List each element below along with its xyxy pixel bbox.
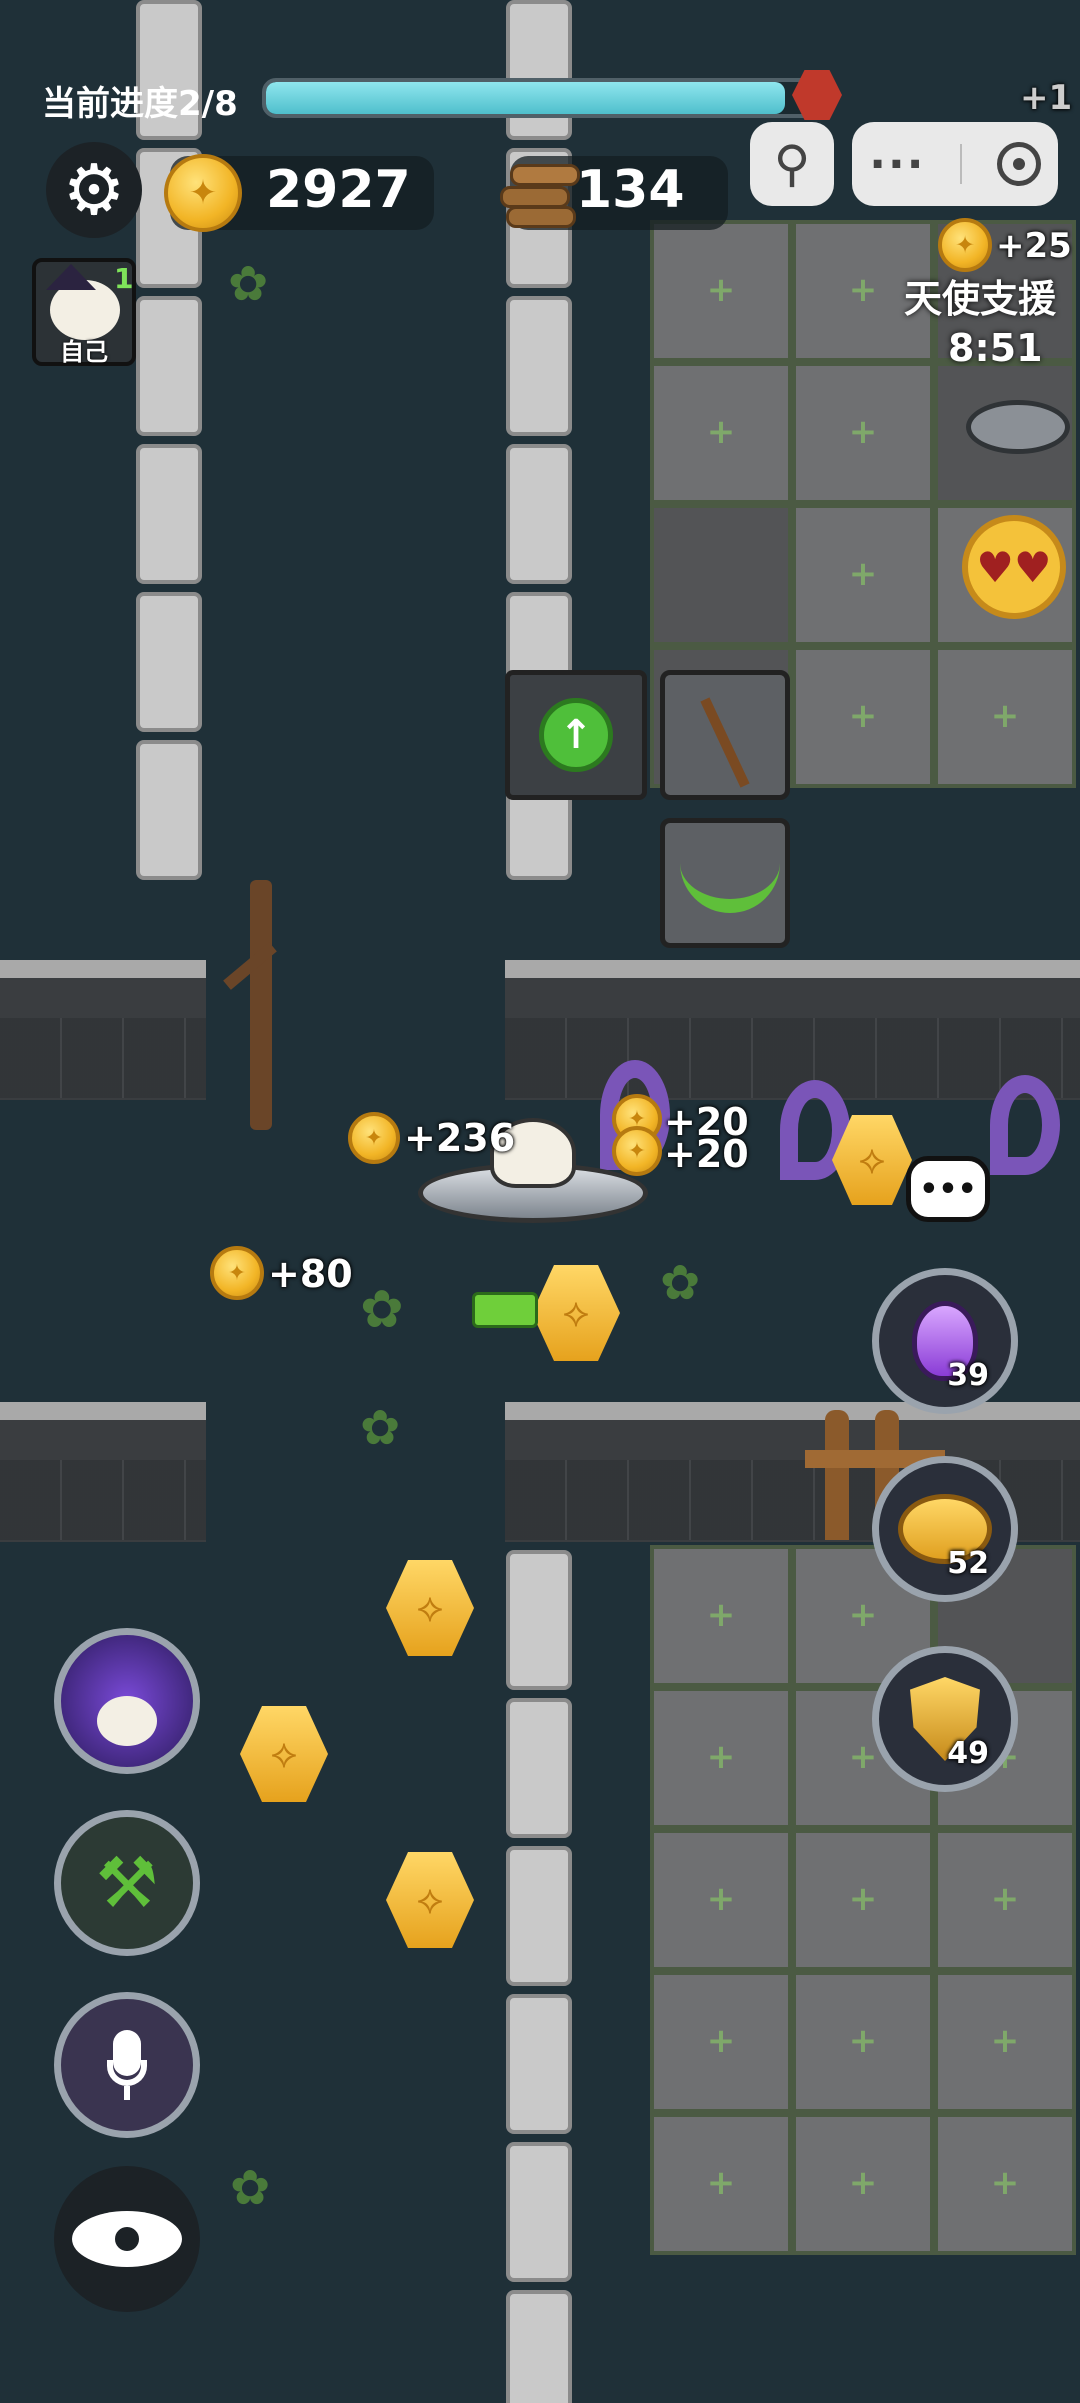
microphone-icon	[107, 2030, 147, 2100]
event-timer: 8:51	[948, 326, 1043, 370]
tentacle-enemy[interactable]	[990, 1075, 1060, 1175]
settings-button[interactable]: ⚙	[46, 142, 142, 238]
wood-icon	[500, 158, 580, 228]
piggy-bank-button[interactable]: 52	[872, 1456, 1018, 1602]
coin-icon: ✦	[164, 154, 242, 232]
player-level: 1	[114, 262, 134, 295]
build-tile[interactable]	[650, 1829, 792, 1971]
witch-hat-icon	[46, 264, 96, 290]
wall-segment	[505, 960, 1080, 1100]
left-stone-column	[136, 0, 202, 880]
ground-coin[interactable]: ⟡	[386, 1852, 474, 1948]
player-health-bar	[472, 1292, 538, 1328]
coin-amount: 2927	[266, 160, 411, 220]
plant-decoration: ✿	[660, 1255, 701, 1311]
joystick-icon: ⚲	[773, 135, 811, 193]
center-stone-column-lower	[506, 1550, 572, 2403]
portal-pad[interactable]	[966, 400, 1070, 454]
build-tile[interactable]	[792, 362, 934, 504]
build-tile-grid-lower[interactable]	[650, 1545, 1076, 2255]
build-tile[interactable]	[934, 2113, 1076, 2255]
voice-chat-button[interactable]	[54, 1992, 200, 2138]
reward-popup: +80	[268, 1252, 353, 1296]
build-tile[interactable]	[934, 1971, 1076, 2113]
sunflower-ally[interactable]: ♥♥	[962, 515, 1066, 619]
build-tile[interactable]	[792, 504, 934, 646]
plant-decoration: ✿	[360, 1280, 404, 1340]
reward-coin-icon: ✦	[348, 1112, 400, 1164]
plant-decoration: ✿	[230, 2160, 271, 2216]
gear-icon: ⚙	[62, 149, 126, 231]
wood-amount: 134	[576, 160, 685, 220]
plant-decoration: ✿	[360, 1400, 401, 1456]
eye-icon	[72, 2211, 182, 2267]
event-corner-bonus: +25	[996, 226, 1072, 266]
progress-bar	[262, 78, 822, 118]
build-tile[interactable]	[792, 1829, 934, 1971]
plant-decoration: ✿	[228, 256, 269, 312]
joystick-button[interactable]: ⚲	[750, 122, 834, 206]
shield-item-button[interactable]: 49	[872, 1646, 1018, 1792]
sheep-icon	[97, 1696, 157, 1746]
build-tile[interactable]	[650, 1687, 792, 1829]
chat-bubble-icon: •••	[919, 1171, 977, 1207]
mini-program-capsule[interactable]: ···	[852, 122, 1058, 206]
build-tile[interactable]	[934, 646, 1076, 788]
more-icon[interactable]: ···	[869, 139, 925, 190]
progress-fill	[266, 82, 785, 114]
progress-label: 当前进度2/8	[42, 84, 238, 124]
upgrade-arrow-icon[interactable]: ↑	[539, 698, 613, 772]
build-tile[interactable]	[792, 646, 934, 788]
wrench-hammer-icon: ⚒	[95, 1842, 159, 1924]
build-tile[interactable]	[650, 1545, 792, 1687]
crossbow-turret[interactable]	[660, 670, 790, 800]
build-tile[interactable]	[650, 504, 792, 646]
reward-coin-icon: ✦	[612, 1126, 662, 1176]
shield-count: 49	[947, 1736, 989, 1771]
build-tile[interactable]	[792, 2113, 934, 2255]
target-icon[interactable]	[996, 142, 1041, 186]
build-tile[interactable]	[650, 220, 792, 362]
reward-popup: +20	[664, 1132, 749, 1176]
build-tools-button[interactable]: ⚒	[54, 1810, 200, 1956]
ground-coin[interactable]: ⟡	[386, 1560, 474, 1656]
view-toggle-button[interactable]	[54, 2166, 200, 2312]
piggy-count: 52	[947, 1546, 989, 1581]
reward-popup: +236	[404, 1116, 516, 1160]
chat-button[interactable]: •••	[906, 1156, 990, 1222]
potion-item-button[interactable]: 39	[872, 1268, 1018, 1414]
event-coin-icon: ✦	[938, 218, 992, 272]
player-avatar[interactable]: 1 自己	[32, 258, 136, 366]
wall-segment	[0, 960, 206, 1100]
build-tile[interactable]	[650, 2113, 792, 2255]
wolf-sheep-skill-button[interactable]	[54, 1628, 200, 1774]
event-title: 天使支援	[904, 277, 1057, 321]
reward-coin-icon: ✦	[210, 1246, 264, 1300]
build-tile[interactable]	[650, 362, 792, 504]
bow-turret[interactable]	[660, 818, 790, 948]
ground-coin[interactable]: ⟡	[532, 1265, 620, 1361]
ground-coin[interactable]: ⟡	[240, 1706, 328, 1802]
player-name: 自己	[60, 338, 108, 366]
dead-tree	[250, 880, 272, 1130]
build-tile[interactable]	[650, 1971, 792, 2113]
build-tile[interactable]	[934, 1829, 1076, 1971]
potion-count: 39	[947, 1358, 989, 1393]
gate-structure[interactable]: ↑	[505, 670, 647, 800]
build-tile[interactable]	[792, 1971, 934, 2113]
wall-segment	[0, 1402, 206, 1542]
event-corner-bonus-top: +1	[1020, 78, 1073, 118]
